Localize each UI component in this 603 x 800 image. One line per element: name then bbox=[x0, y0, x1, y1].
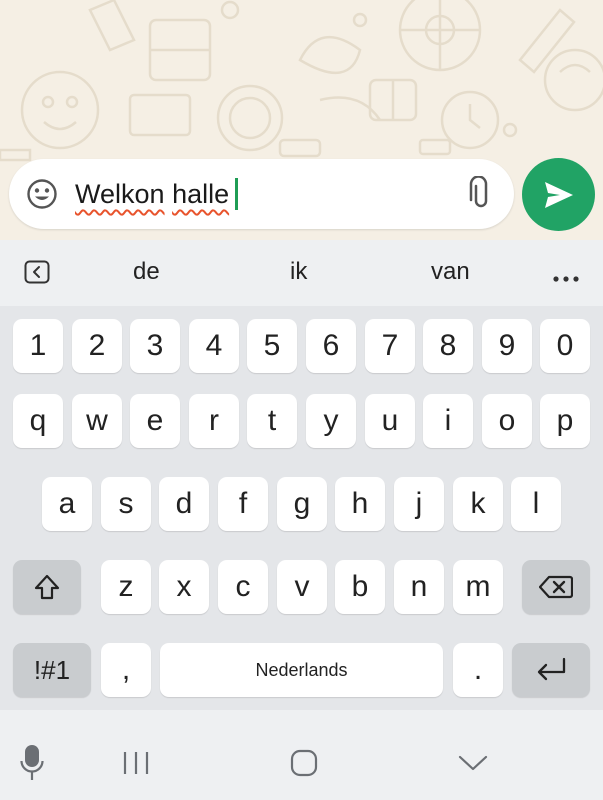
key-j[interactable]: j bbox=[394, 477, 444, 531]
key-u[interactable]: u bbox=[365, 394, 415, 448]
key-o[interactable]: o bbox=[482, 394, 532, 448]
key-x[interactable]: x bbox=[159, 560, 209, 614]
key-g[interactable]: g bbox=[277, 477, 327, 531]
key-a[interactable]: a bbox=[42, 477, 92, 531]
key-3[interactable]: 3 bbox=[130, 319, 180, 373]
key-5[interactable]: 5 bbox=[247, 319, 297, 373]
key-r[interactable]: r bbox=[189, 394, 239, 448]
key-6[interactable]: 6 bbox=[306, 319, 356, 373]
more-dots-icon[interactable] bbox=[553, 269, 579, 282]
keyboard-keys: 1 2 3 4 5 6 7 8 9 0 q w e r t y u i o p … bbox=[0, 306, 603, 710]
key-f[interactable]: f bbox=[218, 477, 268, 531]
key-c[interactable]: c bbox=[218, 560, 268, 614]
enter-return-icon bbox=[537, 657, 566, 681]
symbols-key[interactable]: !#1 bbox=[13, 643, 91, 697]
chevron-left-box-icon[interactable] bbox=[24, 260, 50, 284]
send-arrow-icon bbox=[545, 182, 573, 208]
enter-key[interactable] bbox=[512, 643, 590, 697]
send-button[interactable] bbox=[522, 158, 595, 231]
message-word-misspelled: halle bbox=[172, 179, 230, 209]
backspace-key[interactable] bbox=[522, 560, 590, 614]
key-z[interactable]: z bbox=[101, 560, 151, 614]
key-p[interactable]: p bbox=[540, 394, 590, 448]
suggestion-word[interactable]: van bbox=[431, 258, 470, 286]
key-v[interactable]: v bbox=[277, 560, 327, 614]
key-1[interactable]: 1 bbox=[13, 319, 63, 373]
key-0[interactable]: 0 bbox=[540, 319, 590, 373]
message-input[interactable]: Welkon halle bbox=[75, 178, 239, 210]
key-n[interactable]: n bbox=[394, 560, 444, 614]
key-b[interactable]: b bbox=[335, 560, 385, 614]
paperclip-icon[interactable] bbox=[469, 175, 493, 210]
navigation-bar bbox=[0, 710, 603, 800]
key-q[interactable]: q bbox=[13, 394, 63, 448]
key-h[interactable]: h bbox=[335, 477, 385, 531]
emoji-icon[interactable] bbox=[26, 178, 58, 210]
key-2[interactable]: 2 bbox=[72, 319, 122, 373]
key-4[interactable]: 4 bbox=[189, 319, 239, 373]
keyboard: de ik van 1 2 3 4 5 6 7 8 9 0 q w e r t … bbox=[0, 240, 603, 800]
key-y[interactable]: y bbox=[306, 394, 356, 448]
key-8[interactable]: 8 bbox=[423, 319, 473, 373]
message-space bbox=[165, 179, 173, 209]
shift-key[interactable] bbox=[13, 560, 81, 614]
key-7[interactable]: 7 bbox=[365, 319, 415, 373]
comma-key[interactable]: , bbox=[101, 643, 151, 697]
key-s[interactable]: s bbox=[101, 477, 151, 531]
recent-apps-icon[interactable] bbox=[122, 750, 150, 776]
key-i[interactable]: i bbox=[423, 394, 473, 448]
message-composer: Welkon halle bbox=[9, 159, 514, 229]
period-key[interactable]: . bbox=[453, 643, 503, 697]
text-caret bbox=[235, 178, 239, 210]
key-d[interactable]: d bbox=[159, 477, 209, 531]
shift-arrow-icon bbox=[34, 574, 60, 600]
key-l[interactable]: l bbox=[511, 477, 561, 531]
backspace-icon bbox=[539, 575, 573, 599]
key-k[interactable]: k bbox=[453, 477, 503, 531]
home-icon[interactable] bbox=[290, 749, 318, 777]
space-key[interactable]: Nederlands bbox=[160, 643, 443, 697]
key-m[interactable]: m bbox=[453, 560, 503, 614]
key-9[interactable]: 9 bbox=[482, 319, 532, 373]
microphone-icon[interactable] bbox=[20, 744, 44, 782]
key-w[interactable]: w bbox=[72, 394, 122, 448]
suggestion-word[interactable]: ik bbox=[290, 258, 307, 286]
message-word-misspelled: Welkon bbox=[75, 179, 165, 209]
key-t[interactable]: t bbox=[247, 394, 297, 448]
suggestion-word[interactable]: de bbox=[133, 258, 160, 286]
suggestion-bar: de ik van bbox=[0, 240, 603, 306]
chevron-down-icon[interactable] bbox=[458, 754, 488, 772]
key-e[interactable]: e bbox=[130, 394, 180, 448]
